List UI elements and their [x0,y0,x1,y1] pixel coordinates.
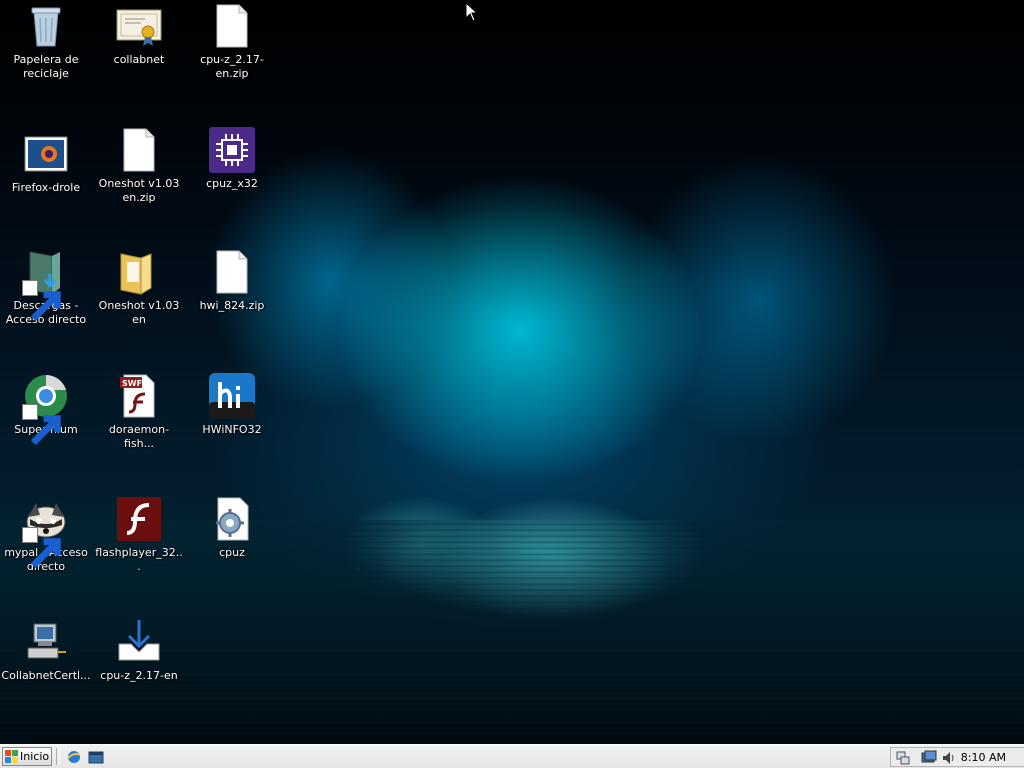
file-icon [208,248,256,296]
taskbar: Inicio 8:10 AM [0,744,1024,768]
start-button[interactable]: Inicio [2,747,52,766]
shortcut-arrow-icon [22,527,61,569]
show-desktop-icon[interactable] [88,749,104,765]
desktop-icon-label: doraemon-fish... [108,423,170,450]
desktop-icon-label: HWiNFO32 [202,423,262,436]
desktop-icon-collabnetcert[interactable]: CollabnetCertl... [1,618,91,683]
file-icon [115,126,163,174]
desktop-icon-recycle-bin[interactable]: Papelera de reciclaje [1,2,91,81]
downloads-folder-icon [22,248,70,322]
flash-icon [115,495,163,543]
volume-icon[interactable] [941,750,957,766]
recycle-bin-icon [22,2,70,50]
hwinfo-icon [208,372,256,420]
desktop-icon-label: cpu-z_2.17-en.zip [200,53,264,80]
svg-text:SWF: SWF [122,379,142,388]
shortcut-arrow-icon [22,404,61,446]
image-file-icon [22,130,70,178]
desktop-icon-oneshot-folder[interactable]: Oneshot v1.03 en [94,248,184,327]
mouse-cursor-icon [465,2,479,22]
desktop-icon-oneshot-zip[interactable]: Oneshot v1.03 en.zip [94,126,184,205]
desktop-icon-label: hwi_824.zip [199,299,265,312]
shortcut-arrow-icon [22,280,61,322]
start-label: Inicio [20,750,50,763]
desktop-icon-cpu-z-installer[interactable]: cpu-z_2.17-en [94,618,184,683]
clock[interactable]: 8:10 AM [961,750,1006,766]
desktop-icon-label: CollabnetCertl... [1,669,91,682]
system-tray: 8:10 AM [890,747,1024,767]
desktop-icon-flashplayer[interactable]: flashplayer_32... [94,495,184,574]
certificate-icon [115,2,163,50]
desktop-icon-label: Papelera de reciclaje [13,53,79,80]
desktop-icon-label: collabnet [113,53,165,66]
raccoon-icon [22,495,70,569]
desktop-icon-cpu-z-zip[interactable]: cpu-z_2.17-en.zip [187,2,277,81]
windows-flag-icon [5,750,18,763]
taskbar-separator [56,748,60,765]
folder-icon [115,248,163,296]
desktop-icon-label: cpuz [219,546,245,559]
browser-icon [22,372,70,446]
download-tray-icon [115,618,163,666]
display-icon[interactable] [921,750,937,766]
desktop[interactable]: Papelera de reciclaje Firefox-drole Desc… [0,0,1024,744]
desktop-icon-label: cpu-z_2.17-en [100,669,178,682]
network-icon[interactable] [895,750,911,766]
desktop-icon-collabnet[interactable]: collabnet [94,2,184,67]
desktop-icon-cpuz-x32[interactable]: cpuz_x32 [187,126,277,191]
desktop-icon-firefox-drole[interactable]: Firefox-drole [1,130,91,195]
desktop-icon-hwi-zip[interactable]: hwi_824.zip [187,248,277,313]
desktop-icon-label: cpuz_x32 [206,177,258,190]
computer-network-icon [22,618,70,666]
desktop-icon-cpuz-config[interactable]: cpuz [187,495,277,560]
desktop-icon-supermium[interactable]: Supermium [1,372,91,446]
internet-explorer-icon[interactable] [66,749,82,765]
config-file-icon [208,495,256,543]
cpu-icon [208,126,256,174]
desktop-icon-doraemon-swf[interactable]: SWF doraemon-fish... [94,372,184,451]
desktop-icon-label: Oneshot v1.03 en [98,299,180,326]
file-icon [208,2,256,50]
desktop-icon-hwinfo32[interactable]: HWiNFO32 [187,372,277,437]
desktop-icon-label: Firefox-drole [11,181,81,194]
desktop-icon-label: Oneshot v1.03 en.zip [98,177,180,204]
desktop-icon-mypal-shortcut[interactable]: mypal - Acceso directo [1,495,91,574]
swf-file-icon: SWF [115,372,163,420]
desktop-icon-descargas-shortcut[interactable]: Descargas - Acceso directo [1,248,91,327]
desktop-icon-label: flashplayer_32... [95,546,183,573]
